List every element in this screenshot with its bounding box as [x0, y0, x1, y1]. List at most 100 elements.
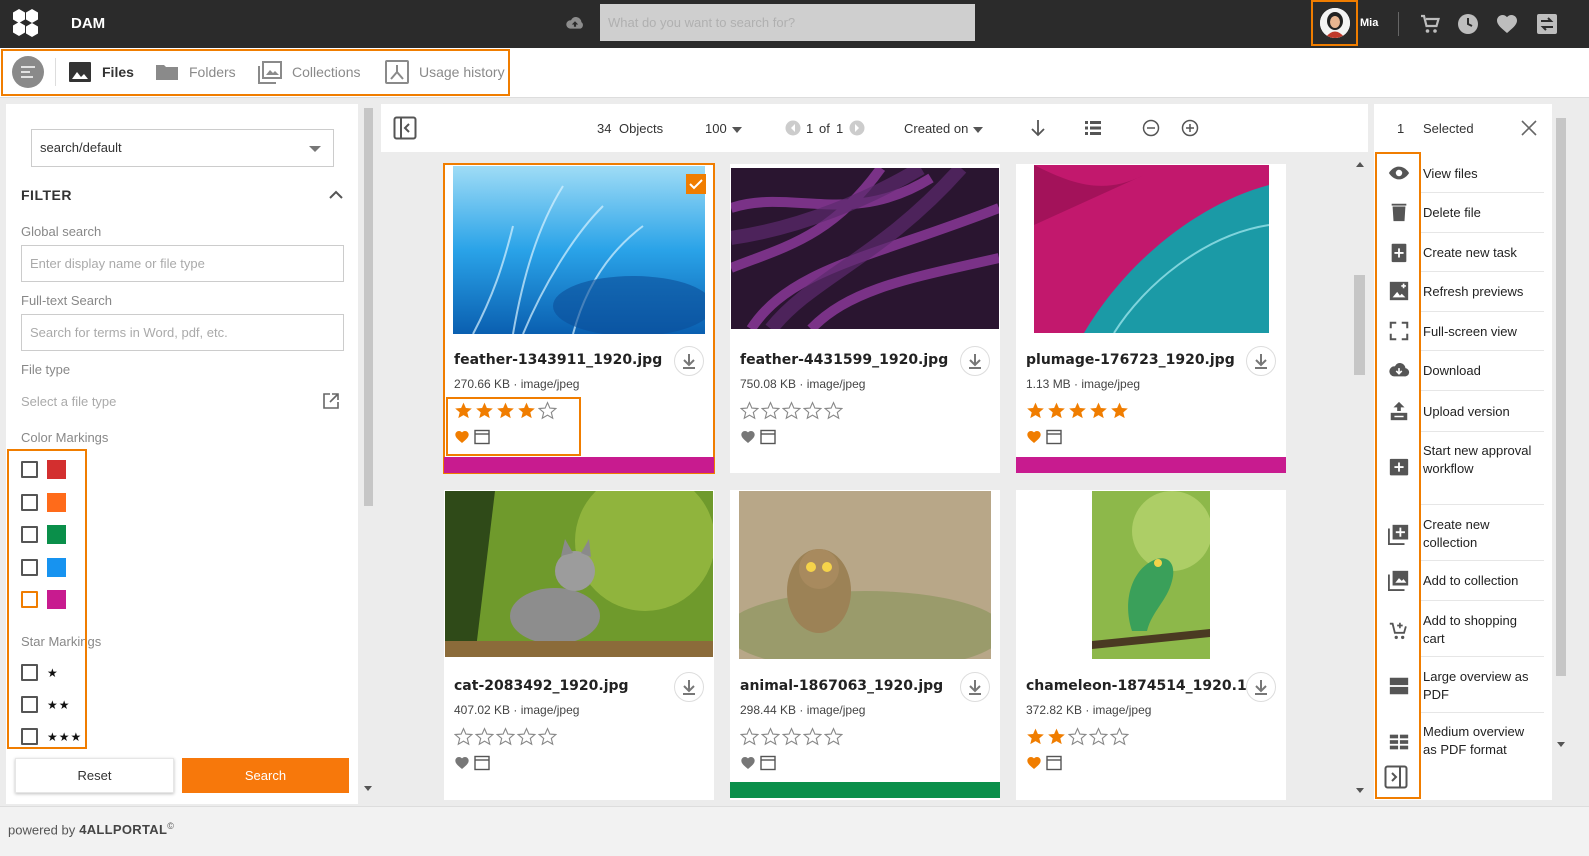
heart-icon[interactable]	[1495, 12, 1519, 36]
file-name[interactable]: cat-2083492_1920.jpg	[454, 678, 629, 694]
sort-select[interactable]: Created on	[904, 121, 984, 136]
sort-direction-icon[interactable]	[1028, 118, 1048, 138]
favorite-heart-icon[interactable]	[1026, 755, 1042, 771]
file-thumbnail[interactable]	[445, 491, 713, 657]
file-thumbnail[interactable]	[453, 166, 705, 334]
file-name[interactable]: chameleon-1874514_1920.1...	[1026, 678, 1263, 694]
selected-checkbox[interactable]	[686, 174, 706, 194]
file-name[interactable]: plumage-176723_1920.jpg	[1026, 352, 1235, 368]
file-card[interactable]: chameleon-1874514_1920.1... 372.82 KB · …	[1016, 490, 1286, 800]
favorite-heart-icon[interactable]	[740, 755, 756, 771]
scroll-down-arrow-icon[interactable]	[1356, 788, 1364, 793]
star-outline-icon[interactable]	[538, 727, 557, 746]
window-icon[interactable]	[760, 755, 776, 771]
star-filled-icon[interactable]	[1026, 401, 1045, 420]
filter-preset-select[interactable]: search/default	[31, 129, 334, 167]
global-search-input[interactable]	[600, 4, 975, 41]
star-outline-icon[interactable]	[740, 727, 759, 746]
scroll-down-arrow-icon[interactable]	[364, 786, 372, 791]
favorite-heart-icon[interactable]	[740, 429, 756, 445]
star-outline-icon[interactable]	[1068, 727, 1087, 746]
file-card[interactable]: plumage-176723_1920.jpg 1.13 MB · image/…	[1016, 164, 1286, 473]
favorite-heart-icon[interactable]	[1026, 429, 1042, 445]
close-icon[interactable]	[1520, 119, 1538, 137]
chevron-up-icon[interactable]	[328, 187, 344, 203]
star-filled-icon[interactable]	[1026, 727, 1045, 746]
star-rating[interactable]	[740, 727, 843, 746]
star-rating[interactable]	[454, 727, 557, 746]
zoom-out-icon[interactable]	[1141, 118, 1161, 138]
file-type-select[interactable]: Select a file type	[21, 394, 116, 409]
star-filled-icon[interactable]	[1047, 401, 1066, 420]
scroll-up-arrow-icon[interactable]	[1356, 162, 1364, 167]
scrollbar-thumb[interactable]	[1556, 118, 1566, 676]
file-thumbnail[interactable]	[1092, 491, 1210, 659]
file-name[interactable]: animal-1867063_1920.jpg	[740, 678, 943, 694]
user-name[interactable]: Mia	[1360, 17, 1378, 29]
download-button[interactable]	[1246, 672, 1276, 702]
sidebar-collapse-icon[interactable]	[393, 116, 417, 140]
cloud-upload-icon[interactable]	[564, 13, 586, 35]
next-page-icon[interactable]	[849, 120, 865, 136]
download-button[interactable]	[674, 672, 704, 702]
search-button[interactable]: Search	[182, 758, 349, 793]
file-card[interactable]: cat-2083492_1920.jpg 407.02 KB · image/j…	[444, 490, 714, 800]
star-outline-icon[interactable]	[824, 727, 843, 746]
file-name[interactable]: feather-4431599_1920.jpg	[740, 352, 948, 368]
switch-icon[interactable]	[1535, 12, 1559, 36]
download-button[interactable]	[960, 672, 990, 702]
file-thumbnail[interactable]	[739, 491, 991, 659]
star-filled-icon[interactable]	[1047, 727, 1066, 746]
shopping-cart-icon[interactable]	[1418, 12, 1442, 36]
star-outline-icon[interactable]	[761, 401, 780, 420]
reset-button[interactable]: Reset	[15, 758, 174, 793]
star-outline-icon[interactable]	[517, 727, 536, 746]
star-outline-icon[interactable]	[1110, 727, 1129, 746]
scrollbar-thumb[interactable]	[364, 108, 373, 506]
list-view-icon[interactable]	[1083, 118, 1103, 138]
file-card[interactable]: animal-1867063_1920.jpg 298.44 KB · imag…	[730, 490, 1000, 800]
star-rating[interactable]	[740, 401, 843, 420]
window-icon[interactable]	[1046, 755, 1062, 771]
scrollbar-thumb[interactable]	[1354, 275, 1365, 375]
star-filled-icon[interactable]	[1110, 401, 1129, 420]
download-button[interactable]	[1246, 346, 1276, 376]
window-icon[interactable]	[474, 755, 490, 771]
star-outline-icon[interactable]	[803, 401, 822, 420]
file-thumbnail[interactable]	[731, 168, 999, 329]
favorite-heart-icon[interactable]	[454, 755, 470, 771]
window-icon[interactable]	[1046, 429, 1062, 445]
open-external-icon[interactable]	[322, 392, 340, 410]
star-outline-icon[interactable]	[803, 727, 822, 746]
star-outline-icon[interactable]	[454, 727, 473, 746]
star-outline-icon[interactable]	[761, 727, 780, 746]
file-thumbnail[interactable]	[1034, 165, 1269, 333]
prev-page-icon[interactable]	[785, 120, 801, 136]
star-rating[interactable]	[1026, 401, 1129, 420]
fulltext-input[interactable]	[21, 314, 344, 351]
download-button[interactable]	[674, 346, 704, 376]
window-icon[interactable]	[760, 429, 776, 445]
star-outline-icon[interactable]	[824, 401, 843, 420]
file-name[interactable]: feather-1343911_1920.jpg	[454, 352, 662, 368]
scroll-down-arrow-icon[interactable]	[1557, 742, 1565, 747]
download-button[interactable]	[960, 346, 990, 376]
panel-collapse-icon[interactable]	[1384, 765, 1408, 789]
star-outline-icon[interactable]	[475, 727, 494, 746]
clock-icon[interactable]	[1456, 12, 1480, 36]
star-filled-icon[interactable]	[1089, 401, 1108, 420]
star-outline-icon[interactable]	[782, 727, 801, 746]
brand-link[interactable]: 4ALLPORTAL	[79, 822, 167, 837]
app-logo-icon[interactable]	[8, 6, 44, 42]
zoom-in-icon[interactable]	[1180, 118, 1200, 138]
star-outline-icon[interactable]	[782, 401, 801, 420]
page-size-select[interactable]: 100	[705, 121, 742, 136]
file-card[interactable]: feather-4431599_1920.jpg 750.08 KB · ima…	[730, 164, 1000, 473]
display-name-input[interactable]	[21, 245, 344, 282]
star-rating[interactable]	[1026, 727, 1129, 746]
star-outline-icon[interactable]	[496, 727, 515, 746]
star-filled-icon[interactable]	[1068, 401, 1087, 420]
star-outline-icon[interactable]	[1089, 727, 1108, 746]
star-outline-icon[interactable]	[740, 401, 759, 420]
user-menu[interactable]	[1311, 0, 1358, 46]
